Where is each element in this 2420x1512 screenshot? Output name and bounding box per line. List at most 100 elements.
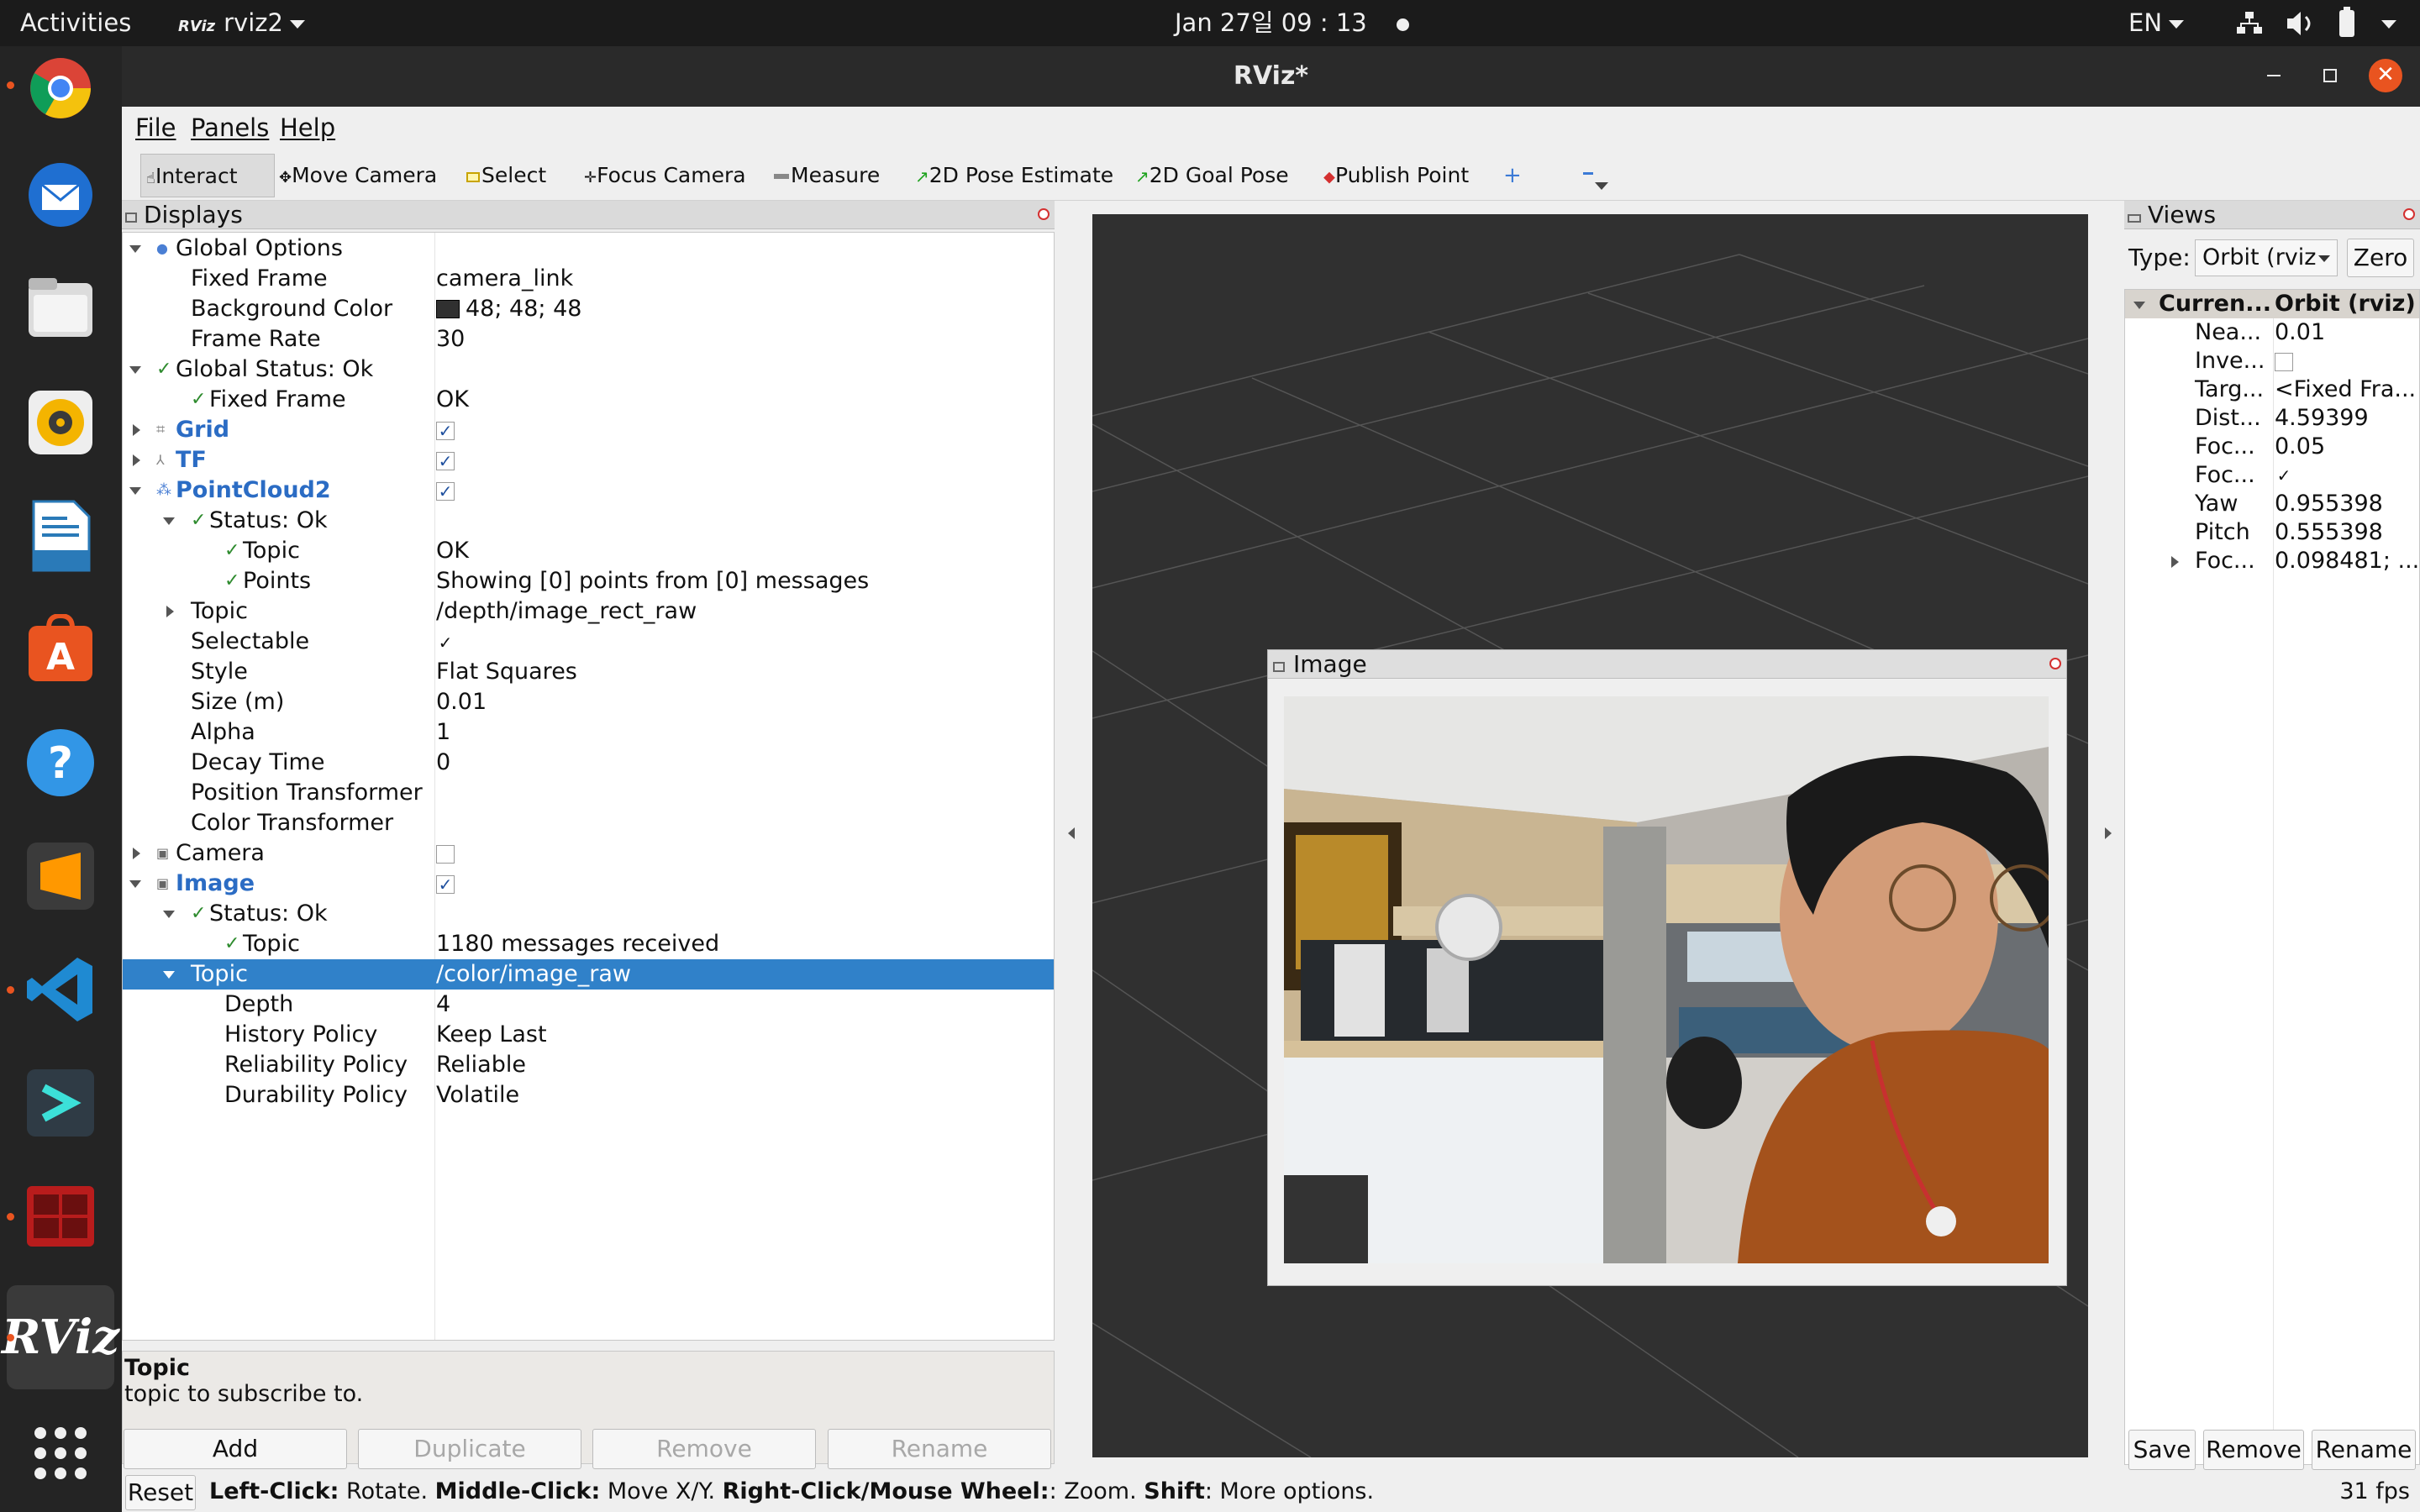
grid-enabled-checkbox[interactable]: ✓: [436, 422, 455, 440]
views-row-target-frame[interactable]: Targ... <Fixed Fra...: [2125, 375, 2419, 404]
views-row-distance[interactable]: Dist... 4.59399: [2125, 404, 2419, 433]
close-window-icon[interactable]: ✕: [2369, 59, 2402, 92]
tree-row-global-options[interactable]: ● Global Options: [123, 234, 1054, 264]
focus-camera-tool[interactable]: ✛Focus Camera: [584, 154, 746, 197]
select-tool[interactable]: Select: [466, 154, 546, 197]
expand-arrow-icon[interactable]: [133, 454, 140, 466]
tree-row-pc-topic-status[interactable]: ✓ Topic OK: [123, 536, 1054, 566]
add-display-button[interactable]: Add: [124, 1429, 347, 1469]
pose-estimate-tool[interactable]: ↗2D Pose Estimate: [915, 154, 1113, 197]
tree-row-background-color[interactable]: Background Color 48; 48; 48: [123, 294, 1054, 324]
files-icon[interactable]: [18, 266, 103, 350]
tree-row-selectable[interactable]: Selectable ✓: [123, 627, 1054, 657]
chrome-icon[interactable]: [18, 46, 103, 130]
terminator-icon[interactable]: [18, 1174, 103, 1258]
expand-arrow-icon[interactable]: [129, 487, 141, 495]
expand-arrow-icon[interactable]: [133, 424, 140, 436]
views-row-near-clip[interactable]: Nea... 0.01: [2125, 318, 2419, 347]
minimize-icon[interactable]: [2267, 75, 2281, 76]
clock[interactable]: Jan 27일 09 : 13: [1175, 0, 1409, 46]
expand-arrow-icon[interactable]: [129, 880, 141, 888]
zero-view-button[interactable]: Zero: [2347, 239, 2414, 277]
tree-row-img-status[interactable]: ✓ Status: Ok: [123, 899, 1054, 929]
tree-row-durability-policy[interactable]: Durability Policy Volatile: [123, 1080, 1054, 1110]
help-icon[interactable]: ?: [18, 721, 103, 805]
views-row-focal-shape-fixed[interactable]: Foc... ✓: [2125, 461, 2419, 490]
image-panel-header[interactable]: Image: [1268, 650, 2066, 679]
menu-help[interactable]: Help: [280, 113, 335, 142]
close-panel-icon[interactable]: [2403, 208, 2415, 220]
views-row-yaw[interactable]: Yaw 0.955398: [2125, 490, 2419, 518]
expand-arrow-icon[interactable]: [163, 517, 175, 525]
move-camera-tool[interactable]: ✥Move Camera: [279, 154, 437, 197]
tree-row-pointcloud2[interactable]: ⁂ PointCloud2 ✓: [123, 475, 1054, 506]
tf-enabled-checkbox[interactable]: ✓: [436, 452, 455, 470]
image-enabled-checkbox[interactable]: ✓: [436, 875, 455, 894]
color-swatch[interactable]: [436, 300, 460, 318]
tree-row-size[interactable]: Size (m) 0.01: [123, 687, 1054, 717]
add-tool-icon[interactable]: +: [1503, 154, 1522, 197]
window-titlebar[interactable]: RViz* ✕: [122, 46, 2420, 107]
reset-view-button[interactable]: Reset: [125, 1475, 196, 1510]
tree-row-history-policy[interactable]: History Policy Keep Last: [123, 1020, 1054, 1050]
rename-display-button[interactable]: Rename: [828, 1429, 1051, 1469]
software-center-icon[interactable]: A: [18, 607, 103, 691]
expand-arrow-icon[interactable]: [2133, 302, 2145, 309]
tree-row-style[interactable]: Style Flat Squares: [123, 657, 1054, 687]
tree-row-fixed-frame[interactable]: Fixed Frame camera_link: [123, 264, 1054, 294]
menu-file[interactable]: File: [135, 113, 176, 142]
tree-row-img-topic-selected[interactable]: Topic /color/image_raw: [123, 959, 1054, 990]
expand-arrow-icon[interactable]: [129, 245, 141, 253]
selectable-checkbox[interactable]: ✓: [436, 633, 455, 652]
tree-row-color-transformer[interactable]: Color Transformer: [123, 808, 1054, 838]
views-row-pitch[interactable]: Pitch 0.555398: [2125, 518, 2419, 547]
tree-row-status-fixed-frame[interactable]: ✓ Fixed Frame OK: [123, 385, 1054, 415]
tree-row-pc-topic[interactable]: Topic /depth/image_rect_raw: [123, 596, 1054, 627]
collapse-right-dock-icon[interactable]: [2105, 827, 2112, 839]
system-status-menu[interactable]: [2237, 0, 2405, 46]
expand-arrow-icon[interactable]: [2171, 556, 2179, 568]
views-row-focal-shape-size[interactable]: Foc... 0.05: [2125, 433, 2419, 461]
maximize-icon[interactable]: [2323, 69, 2337, 82]
show-applications-icon[interactable]: [18, 1411, 103, 1495]
duplicate-display-button[interactable]: Duplicate: [358, 1429, 581, 1469]
app-menu[interactable]: RViz rviz2: [178, 0, 305, 46]
vscode-icon[interactable]: [18, 948, 103, 1032]
views-tree[interactable]: Curren... Orbit (rviz) Nea... 0.01 Inve..…: [2124, 289, 2420, 1465]
remove-tool-icon[interactable]: [1580, 154, 1613, 197]
expand-arrow-icon[interactable]: [163, 911, 175, 918]
libreoffice-writer-icon[interactable]: [18, 494, 103, 578]
tree-row-frame-rate[interactable]: Frame Rate 30: [123, 324, 1054, 354]
goal-pose-tool[interactable]: ↗2D Goal Pose: [1135, 154, 1289, 197]
rename-view-button[interactable]: Rename: [2312, 1430, 2416, 1470]
focal-fixed-checkbox[interactable]: ✓: [2275, 467, 2293, 486]
views-row-focal-point[interactable]: Foc... 0.098481; ...: [2125, 547, 2419, 575]
views-row-invert[interactable]: Inve...: [2125, 347, 2419, 375]
expand-arrow-icon[interactable]: [129, 366, 141, 374]
sublime-text-icon[interactable]: [18, 834, 103, 918]
tree-row-position-transformer[interactable]: Position Transformer: [123, 778, 1054, 808]
tree-row-depth[interactable]: Depth 4: [123, 990, 1054, 1020]
input-language-menu[interactable]: EN: [2128, 0, 2185, 46]
camera-enabled-checkbox[interactable]: ✓: [436, 845, 455, 864]
tree-row-reliability-policy[interactable]: Reliability Policy Reliable: [123, 1050, 1054, 1080]
expand-arrow-icon[interactable]: [163, 971, 175, 979]
interact-tool[interactable]: ☝Interact: [140, 154, 275, 197]
close-panel-icon[interactable]: [2049, 658, 2061, 669]
tree-row-img-topic-status[interactable]: ✓ Topic 1180 messages received: [123, 929, 1054, 959]
displays-tree[interactable]: ● Global Options Fixed Frame camera_link…: [122, 232, 1055, 1341]
rhythmbox-icon[interactable]: [18, 381, 103, 465]
rviz-dock-icon[interactable]: RViz: [2, 1285, 119, 1389]
terminal-app-icon[interactable]: [18, 1061, 103, 1145]
menu-panels[interactable]: Panels: [191, 113, 269, 142]
tree-row-camera[interactable]: ▣ Camera ✓: [123, 838, 1054, 869]
save-view-button[interactable]: Save: [2128, 1430, 2196, 1470]
remove-view-button[interactable]: Remove: [2203, 1430, 2304, 1470]
tree-row-grid[interactable]: ⌗ Grid ✓: [123, 415, 1054, 445]
tree-row-image[interactable]: ▣ Image ✓: [123, 869, 1054, 899]
pointcloud2-enabled-checkbox[interactable]: ✓: [436, 482, 455, 501]
view-type-select[interactable]: Orbit (rviz: [2195, 239, 2338, 276]
tree-row-decay-time[interactable]: Decay Time 0: [123, 748, 1054, 778]
remove-display-button[interactable]: Remove: [592, 1429, 816, 1469]
invert-checkbox[interactable]: [2275, 353, 2293, 371]
